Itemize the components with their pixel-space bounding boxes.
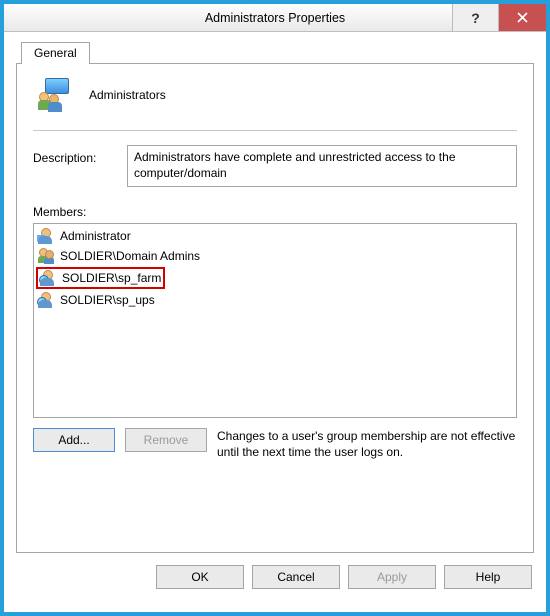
domain-user-icon (40, 270, 56, 286)
titlebar-buttons: ? (452, 4, 546, 31)
add-button[interactable]: Add... (33, 428, 115, 452)
members-label: Members: (33, 205, 517, 219)
apply-button[interactable]: Apply (348, 565, 436, 589)
user-admin-icon (38, 228, 54, 244)
members-list[interactable]: Administrator SOLDIER\Domain Admins SOLD… (33, 223, 517, 418)
list-item[interactable]: Administrator (36, 226, 514, 246)
membership-note: Changes to a user's group membership are… (217, 428, 517, 460)
group-icon (39, 78, 73, 112)
member-buttons-row: Add... Remove Changes to a user's group … (33, 428, 517, 460)
cancel-button[interactable]: Cancel (252, 565, 340, 589)
help-button[interactable]: ? (452, 4, 498, 31)
list-item[interactable]: SOLDIER\sp_ups (36, 290, 514, 310)
list-item[interactable]: SOLDIER\sp_farm (36, 266, 514, 290)
help-button-dialog[interactable]: Help (444, 565, 532, 589)
dialog-buttons: OK Cancel Apply Help (4, 553, 546, 601)
member-name: SOLDIER\sp_ups (60, 291, 155, 309)
close-icon (517, 12, 528, 23)
group-icon (38, 248, 54, 264)
member-name: SOLDIER\Domain Admins (60, 247, 200, 265)
window-title: Administrators Properties (205, 11, 345, 25)
domain-user-icon (38, 292, 54, 308)
list-item[interactable]: SOLDIER\Domain Admins (36, 246, 514, 266)
description-label: Description: (33, 145, 113, 187)
titlebar: Administrators Properties ? (4, 4, 546, 32)
member-name: SOLDIER\sp_farm (62, 269, 161, 287)
tab-general[interactable]: General (21, 42, 90, 64)
description-input[interactable] (127, 145, 517, 187)
ok-button[interactable]: OK (156, 565, 244, 589)
tab-panel-general: Administrators Description: Members: Adm… (16, 63, 534, 553)
close-button[interactable] (498, 4, 546, 31)
member-name: Administrator (60, 227, 131, 245)
divider (33, 130, 517, 131)
remove-button[interactable]: Remove (125, 428, 207, 452)
highlight-annotation: SOLDIER\sp_farm (36, 267, 165, 289)
group-name-label: Administrators (89, 88, 166, 102)
group-header: Administrators (39, 78, 517, 112)
tab-strip: General (4, 32, 546, 64)
description-row: Description: (33, 145, 517, 187)
